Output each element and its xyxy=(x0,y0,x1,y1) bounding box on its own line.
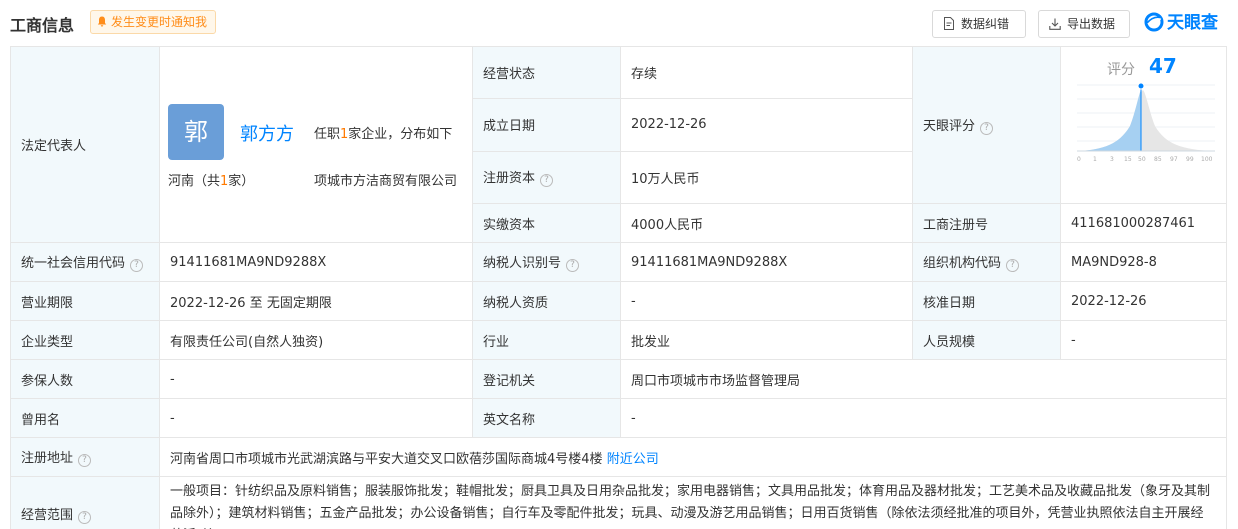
score-label-cell: 天眼评分? xyxy=(912,46,1061,204)
notify-label: 发生变更时通知我 xyxy=(111,15,208,29)
tick-label: 85 xyxy=(1154,156,1162,163)
legal-rep-province: 河南（共1家） xyxy=(168,170,254,189)
org-code-value: MA9ND928-8 xyxy=(1060,242,1227,282)
staff-size-value: - xyxy=(1060,320,1227,360)
scope-label-cell: 经营范围? xyxy=(10,476,160,529)
former-name-value: - xyxy=(159,398,473,438)
approve-date-label: 核准日期 xyxy=(912,281,1061,321)
score-cell[interactable]: 评分 47 0 1 3 15 50 85 97 99 100 xyxy=(1060,46,1227,204)
industry-value: 批发业 xyxy=(620,320,913,360)
paid-capital-label: 实缴资本 xyxy=(472,203,621,243)
tick-label: 3 xyxy=(1110,156,1114,163)
industry-label: 行业 xyxy=(472,320,621,360)
section-title: 工商信息 xyxy=(10,16,75,35)
tax-qual-label: 纳税人资质 xyxy=(472,281,621,321)
approve-date-value: 2022-12-26 xyxy=(1060,281,1227,321)
help-icon[interactable]: ? xyxy=(130,259,144,272)
correct-data-label: 数据纠错 xyxy=(961,17,1010,31)
desc-post: 家企业，分布如下 xyxy=(348,126,453,142)
tick-label: 97 xyxy=(1170,156,1178,163)
help-icon[interactable]: ? xyxy=(566,259,580,272)
address-label-cell: 注册地址? xyxy=(10,437,160,477)
score-value: 47 xyxy=(1149,54,1177,78)
export-data-button[interactable]: 导出数据 xyxy=(1038,10,1130,38)
export-data-label: 导出数据 xyxy=(1067,17,1116,31)
credit-code-label: 统一社会信用代码 xyxy=(21,256,126,271)
credit-code-value: 91411681MA9ND9288X xyxy=(159,242,473,282)
section-header: 工商信息 发生变更时通知我 数据纠错 导出数据 天眼查 xyxy=(10,8,1228,38)
scope-label: 经营范围 xyxy=(21,508,74,523)
score-marker-dot xyxy=(1137,82,1145,90)
score-distribution-chart: 0 1 3 15 50 85 97 99 100 xyxy=(1077,82,1215,163)
taxid-value: 91411681MA9ND9288X xyxy=(620,242,913,282)
help-icon[interactable]: ? xyxy=(980,122,994,135)
status-value: 存续 xyxy=(620,45,913,100)
legal-rep-label: 法定代表人 xyxy=(10,46,160,243)
bell-icon xyxy=(97,16,107,27)
legal-rep-name[interactable]: 郭方方 xyxy=(240,120,294,146)
taxid-label: 纳税人识别号 xyxy=(483,256,562,271)
founded-value: 2022-12-26 xyxy=(620,98,913,152)
tianyancha-logo: 天眼查 xyxy=(1144,10,1218,36)
score-text-label: 评分 xyxy=(1107,62,1135,78)
address-cell: 河南省周口市项城市光武湖滨路与平安大道交叉口欧蓓莎国际商城4号楼4楼 附近公司 xyxy=(159,437,1227,477)
address-value: 河南省周口市项城市光武湖滨路与平安大道交叉口欧蓓莎国际商城4号楼4楼 xyxy=(170,451,603,467)
help-icon[interactable]: ? xyxy=(1006,259,1020,272)
term-value: 2022-12-26 至 无固定期限 xyxy=(159,281,473,321)
help-icon[interactable]: ? xyxy=(78,511,92,524)
english-name-label: 英文名称 xyxy=(472,398,621,438)
english-name-value: - xyxy=(620,398,1227,438)
company-type-label: 企业类型 xyxy=(10,320,160,360)
desc-pre: 任职 xyxy=(314,126,341,142)
tick-label: 15 xyxy=(1124,156,1132,163)
prov-pre: 河南（共 xyxy=(168,173,221,189)
authority-label: 登记机关 xyxy=(472,359,621,399)
legal-rep-company[interactable]: 项城市方洁商贸有限公司 xyxy=(314,170,466,189)
business-info-table: 法定代表人 郭 郭方方 任职1家企业，分布如下 河南（共1家） 项城市方洁商贸有… xyxy=(10,45,1227,529)
correct-data-button[interactable]: 数据纠错 xyxy=(932,10,1026,38)
org-code-label: 组织机构代码 xyxy=(923,256,1002,271)
tick-label: 99 xyxy=(1186,156,1194,163)
avatar[interactable]: 郭 xyxy=(168,103,224,160)
regno-value: 411681000287461 xyxy=(1060,203,1227,243)
tick-label: 1 xyxy=(1093,156,1097,163)
taxid-label-cell: 纳税人识别号? xyxy=(472,242,621,282)
status-label: 经营状态 xyxy=(472,45,621,100)
legal-rep-desc: 任职1家企业，分布如下 xyxy=(314,123,452,142)
authority-value: 周口市项城市市场监督管理局 xyxy=(620,359,1227,399)
company-type-value: 有限责任公司(自然人独资) xyxy=(159,320,473,360)
score-label: 天眼评分 xyxy=(923,119,976,134)
capital-label: 注册资本 xyxy=(483,171,536,187)
insured-label: 参保人数 xyxy=(10,359,160,399)
credit-code-label-cell: 统一社会信用代码? xyxy=(10,242,160,282)
insured-value: - xyxy=(159,359,473,399)
logo-icon xyxy=(1144,12,1164,32)
founded-label: 成立日期 xyxy=(472,98,621,152)
tick-label: 0 xyxy=(1077,156,1081,163)
tax-qual-value: - xyxy=(620,281,913,321)
nearby-companies-link[interactable]: 附近公司 xyxy=(607,452,659,467)
score-ticks: 0 1 3 15 50 85 97 99 100 xyxy=(1077,156,1213,163)
document-edit-icon xyxy=(944,17,954,30)
tick-label: 100 xyxy=(1201,156,1213,163)
logo-text: 天眼查 xyxy=(1167,13,1218,33)
org-code-label-cell: 组织机构代码? xyxy=(912,242,1061,282)
regno-label: 工商注册号 xyxy=(912,203,1061,243)
tick-label: 50 xyxy=(1138,156,1146,163)
help-icon[interactable]: ? xyxy=(540,174,554,188)
term-label: 营业期限 xyxy=(10,281,160,321)
paid-capital-value: 4000人民币 xyxy=(620,203,913,243)
capital-label-cell: 注册资本? xyxy=(472,150,621,205)
help-icon[interactable]: ? xyxy=(78,454,92,467)
staff-size-label: 人员规模 xyxy=(912,320,1061,360)
download-icon xyxy=(1049,18,1061,30)
capital-value: 10万人民币 xyxy=(620,150,913,205)
scope-value: 一般项目：针纺织品及原料销售；服装服饰批发；鞋帽批发；厨具卫具及日用杂品批发；家… xyxy=(159,476,1227,529)
address-label: 注册地址 xyxy=(21,451,74,466)
legal-rep-cell: 郭 郭方方 任职1家企业，分布如下 河南（共1家） 项城市方洁商贸有限公司 xyxy=(159,46,473,243)
notify-button[interactable]: 发生变更时通知我 xyxy=(90,10,217,34)
prov-post: 家） xyxy=(228,173,255,189)
former-name-label: 曾用名 xyxy=(10,398,160,438)
